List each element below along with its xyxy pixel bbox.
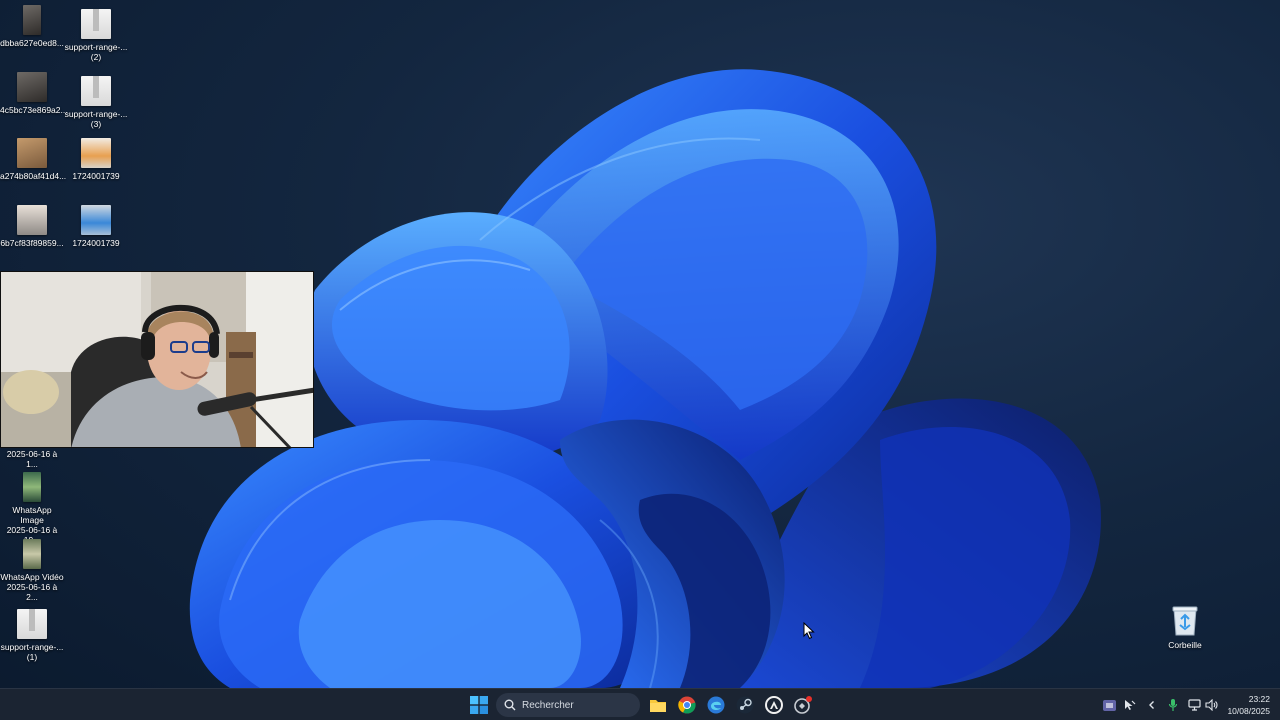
webcam-overlay <box>0 271 314 448</box>
mouse-cursor-icon <box>803 622 815 640</box>
start-button[interactable] <box>466 692 492 718</box>
desktop-icon-whatsapp-video[interactable]: WhatsApp Vidéo 2025-06-16 à 2... <box>0 539 64 602</box>
steam-icon <box>736 696 754 714</box>
webcam-video-feed <box>1 272 313 447</box>
taskbar-clock[interactable]: 23:22 10/08/2025 <box>1227 693 1270 717</box>
clock-date: 10/08/2025 <box>1227 706 1270 716</box>
tray-display[interactable] <box>1186 696 1202 714</box>
taskbar-edge[interactable] <box>703 692 729 718</box>
clock-time: 23:22 <box>1248 694 1270 704</box>
desktop-icon-label: dbba627e0ed8... <box>0 38 64 48</box>
network-cursor-icon <box>1125 700 1136 710</box>
desktop-icon-label-line2: (3) <box>90 119 102 129</box>
desktop-icon-image-file[interactable]: support-range-... (3) <box>64 72 128 129</box>
display-icon <box>1187 699 1201 711</box>
taskbar-search[interactable]: Rechercher <box>496 693 640 717</box>
desktop-icon-label: 4c5bc73e869a2... <box>0 105 68 115</box>
desktop-icon-whatsapp-image[interactable]: WhatsApp Image 2025-06-16 à 19... <box>0 472 64 545</box>
image-thumbnail <box>81 205 111 235</box>
desktop-icon-label-line2: 2025-06-16 à 2... <box>6 582 58 602</box>
desktop[interactable]: dbba627e0ed8... support-range-... (2) 4c… <box>0 0 1280 720</box>
tray-teams[interactable] <box>1101 696 1117 714</box>
image-thumbnail <box>81 9 111 39</box>
desktop-icon-image-file[interactable]: dbba627e0ed8... <box>0 5 64 48</box>
desktop-icon-label: 6b7cf83f89859... <box>0 238 64 248</box>
taskbar-app-notification[interactable] <box>790 692 816 718</box>
tray-microphone[interactable] <box>1165 696 1181 714</box>
image-thumbnail <box>81 138 111 168</box>
desktop-icon-label: support-range-... <box>64 42 128 52</box>
image-thumbnail <box>17 205 47 235</box>
image-thumbnail <box>17 609 47 639</box>
chevron-left-icon <box>1149 701 1154 709</box>
desktop-icon-label: 1724001739 <box>72 238 120 248</box>
windows-start-icon <box>470 696 488 714</box>
desktop-icon-label-line2: (1) <box>26 652 38 662</box>
tray-volume[interactable] <box>1203 696 1219 714</box>
image-thumbnail <box>17 72 47 102</box>
desktop-icon-label: 2025-06-16 à 1... <box>6 449 58 469</box>
image-thumbnail <box>81 76 111 106</box>
desktop-icon-image-file[interactable]: support-range-... (1) <box>0 605 64 662</box>
microphone-icon <box>1168 699 1178 711</box>
app-with-badge-icon <box>794 696 812 714</box>
desktop-icon-image-file[interactable]: 4c5bc73e869a2... <box>0 72 68 115</box>
desktop-icon-label: WhatsApp Image <box>12 505 52 525</box>
desktop-icon-label: support-range-... <box>0 642 64 652</box>
desktop-icon-image-file[interactable]: 6b7cf83f89859... <box>0 205 64 248</box>
taskbar-overwatch[interactable] <box>761 692 787 718</box>
image-thumbnail <box>17 138 47 168</box>
tray-overflow-button[interactable] <box>1144 696 1160 714</box>
taskbar: Rechercher 23:22 10/08/2025 <box>0 688 1280 720</box>
taskbar-steam[interactable] <box>732 692 758 718</box>
recycle-bin-icon <box>1172 606 1198 636</box>
desktop-icon-image-file[interactable]: 1724001739 <box>64 205 128 248</box>
desktop-icon-label: Corbeille <box>1168 640 1202 650</box>
taskbar-chrome[interactable] <box>674 692 700 718</box>
chrome-icon <box>678 696 696 714</box>
search-icon <box>504 699 516 711</box>
overwatch-icon <box>765 696 783 714</box>
tray-network-cursor[interactable] <box>1122 696 1138 714</box>
desktop-icon-label-line2: (2) <box>90 52 102 62</box>
file-explorer-icon <box>650 700 666 712</box>
desktop-icon-recycle-bin[interactable]: Corbeille <box>1153 605 1217 650</box>
desktop-icon-label: WhatsApp Vidéo <box>0 572 64 582</box>
desktop-icon-label: support-range-... <box>64 109 128 119</box>
desktop-icon-image-file[interactable]: support-range-... (2) <box>64 5 128 62</box>
desktop-icon-image-file[interactable]: 2025-06-16 à 1... <box>0 449 64 469</box>
volume-icon <box>1204 699 1218 711</box>
image-thumbnail <box>23 472 41 502</box>
desktop-icon-image-file[interactable]: a274b80af41d4... <box>0 138 67 181</box>
image-thumbnail <box>23 5 41 35</box>
search-placeholder: Rechercher <box>522 699 574 711</box>
desktop-icon-image-file[interactable]: 1724001739 <box>64 138 128 181</box>
desktop-icon-label: a274b80af41d4... <box>0 171 67 181</box>
teams-icon <box>1102 699 1116 711</box>
taskbar-file-explorer[interactable] <box>645 692 671 718</box>
desktop-icon-label: 1724001739 <box>72 171 120 181</box>
edge-icon <box>707 696 725 714</box>
video-thumbnail <box>23 539 41 569</box>
